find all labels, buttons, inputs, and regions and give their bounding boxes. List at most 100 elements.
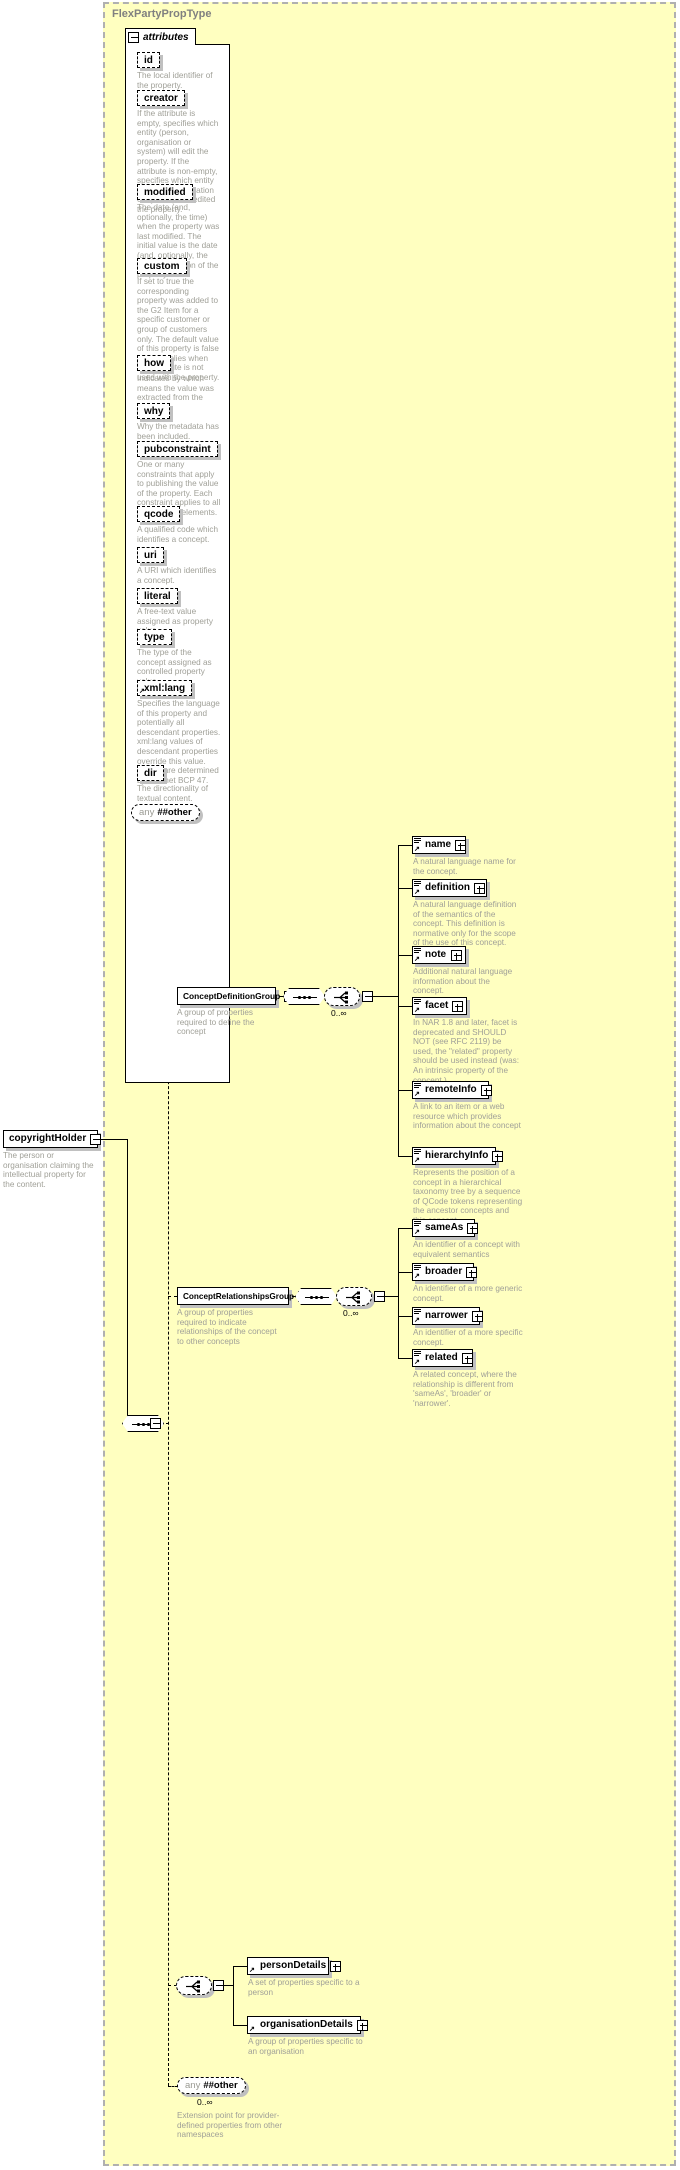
content-model-icon: [414, 1221, 421, 1227]
content-model-icon: [414, 1309, 421, 1315]
element-copyrightHolder-desc: The person or organisation claiming the …: [3, 1151, 94, 1189]
element-copyrightHolder[interactable]: copyrightHolder: [3, 1130, 102, 1148]
collapse-icon[interactable]: [150, 1418, 161, 1429]
reference-arrow-icon: ↗: [414, 1229, 420, 1236]
content-model-icon: [414, 999, 421, 1005]
expand-icon[interactable]: [492, 1150, 504, 1162]
element-definition[interactable]: ↗ definition: [412, 879, 487, 897]
element-label: definition: [425, 882, 470, 893]
expand-icon[interactable]: [471, 1310, 483, 1322]
expand-icon[interactable]: [466, 1266, 478, 1278]
element-note-desc: Additional natural language information …: [413, 967, 513, 996]
connector-line: [233, 1966, 247, 1967]
content-model-icon: [414, 948, 421, 954]
content-model-icon: [414, 881, 421, 887]
element-name[interactable]: ↗ name: [412, 836, 467, 854]
attribute-how[interactable]: how: [137, 355, 171, 371]
element-label: note: [425, 949, 447, 960]
connector-line: [398, 1316, 412, 1317]
choice-compositor[interactable]: [176, 1976, 212, 1995]
attribute-creator[interactable]: creator: [137, 90, 185, 106]
reference-arrow-icon: ↗: [139, 688, 145, 695]
choice-icon: [346, 1291, 360, 1304]
content-model-icon: [414, 838, 421, 844]
sequence-compositor[interactable]: [295, 1288, 337, 1305]
collapse-icon[interactable]: [213, 1980, 224, 1991]
connector-line: [373, 996, 399, 997]
attribute-label: id: [144, 54, 153, 66]
reference-arrow-icon: ↗: [414, 956, 420, 963]
element-label: related: [425, 1352, 458, 1363]
expand-icon[interactable]: [330, 1960, 342, 1972]
element-personDetails[interactable]: ↗ personDetails: [247, 1957, 342, 1975]
attributes-tab[interactable]: attributes: [125, 28, 196, 45]
attribute-any-other[interactable]: any ##other: [131, 804, 200, 821]
group-ConceptRelationshipsGroup[interactable]: ConceptRelationshipsGroup: [177, 1287, 309, 1305]
element-facet-desc: In NAR 1.8 and later, facet is deprecate…: [413, 1018, 520, 1085]
attribute-dir-desc: The directionality of textual content.: [137, 784, 208, 803]
element-narrower[interactable]: ↗ narrower: [412, 1307, 483, 1325]
connector-line: [233, 1966, 234, 2026]
group-ConceptDefinitionGroup[interactable]: ConceptDefinitionGroup: [177, 987, 296, 1005]
sequence-compositor[interactable]: [283, 988, 325, 1005]
choice-compositor[interactable]: [324, 987, 360, 1006]
element-note[interactable]: ↗ note: [412, 946, 466, 964]
attribute-xml-lang[interactable]: ↗ xml:lang: [137, 680, 193, 696]
collapse-icon[interactable]: [374, 1291, 385, 1302]
attribute-uri[interactable]: uri: [137, 547, 164, 563]
connector-line: [398, 955, 412, 956]
element-label: broader: [425, 1266, 463, 1277]
expand-icon[interactable]: [452, 1000, 464, 1012]
attribute-dir[interactable]: dir: [137, 765, 164, 781]
collapse-icon[interactable]: [90, 1133, 102, 1145]
attribute-type[interactable]: type: [137, 629, 172, 645]
attribute-label: uri: [144, 549, 157, 561]
attribute-qcode[interactable]: qcode: [137, 506, 181, 522]
element-sameAs[interactable]: ↗ sameAs: [412, 1219, 479, 1237]
element-organisationDetails[interactable]: ↗ organisationDetails: [247, 2016, 368, 2034]
attribute-label: type: [144, 631, 165, 643]
attribute-pubconstraint[interactable]: pubconstraint: [137, 441, 218, 457]
element-hierarchyInfo[interactable]: ↗ hierarchyInfo: [412, 1147, 504, 1165]
element-personDetails-desc: A set of properties specific to a person: [248, 1978, 360, 1997]
element-broader-desc: An identifier of a more generic concept.: [413, 1284, 523, 1303]
connector-line: [398, 1090, 412, 1091]
expand-icon[interactable]: [356, 2019, 368, 2031]
connector-line: [385, 1296, 399, 1297]
attribute-modified[interactable]: modified: [137, 184, 193, 200]
extension-point-any-other[interactable]: any ##other: [177, 2077, 246, 2094]
expand-icon[interactable]: [451, 949, 462, 961]
collapse-icon[interactable]: [362, 991, 373, 1002]
expand-icon[interactable]: [455, 839, 467, 851]
element-sameAs-desc: An identifier of a concept with equivale…: [413, 1240, 520, 1259]
choice-compositor[interactable]: [336, 1287, 372, 1306]
occurrence-indicator: 0..∞: [343, 1308, 359, 1318]
expand-icon[interactable]: [467, 1222, 479, 1234]
group-label: ConceptDefinitionGroup: [183, 991, 281, 1001]
connector-line: [398, 1006, 412, 1007]
attribute-label: modified: [144, 186, 186, 198]
attribute-label: how: [144, 357, 164, 369]
expand-icon[interactable]: [480, 1084, 492, 1096]
element-organisationDetails-desc: A group of properties specific to an org…: [248, 2037, 363, 2056]
element-name-desc: A natural language name for the concept.: [413, 857, 516, 876]
attribute-id[interactable]: id: [137, 52, 160, 68]
element-related[interactable]: ↗ related: [412, 1349, 473, 1367]
expand-icon[interactable]: [461, 1352, 473, 1364]
attribute-why[interactable]: why: [137, 403, 171, 419]
element-remoteInfo[interactable]: ↗ remoteInfo: [412, 1081, 492, 1099]
reference-arrow-icon: ↗: [414, 1091, 420, 1098]
element-broader[interactable]: ↗ broader: [412, 1263, 478, 1281]
reference-arrow-icon: ↗: [414, 889, 420, 896]
connector-line: [398, 1156, 412, 1157]
element-facet[interactable]: ↗ facet: [412, 997, 467, 1015]
collapse-icon[interactable]: [128, 31, 139, 43]
attribute-custom[interactable]: custom: [137, 258, 187, 274]
expand-icon[interactable]: [474, 882, 485, 894]
attribute-literal[interactable]: literal: [137, 588, 178, 604]
extension-point-desc: Extension point for provider-defined pro…: [177, 2111, 283, 2140]
element-label: personDetails: [260, 1960, 327, 1971]
element-label: narrower: [425, 1310, 468, 1321]
element-label: hierarchyInfo: [425, 1150, 489, 1161]
attribute-label: pubconstraint: [144, 443, 211, 455]
